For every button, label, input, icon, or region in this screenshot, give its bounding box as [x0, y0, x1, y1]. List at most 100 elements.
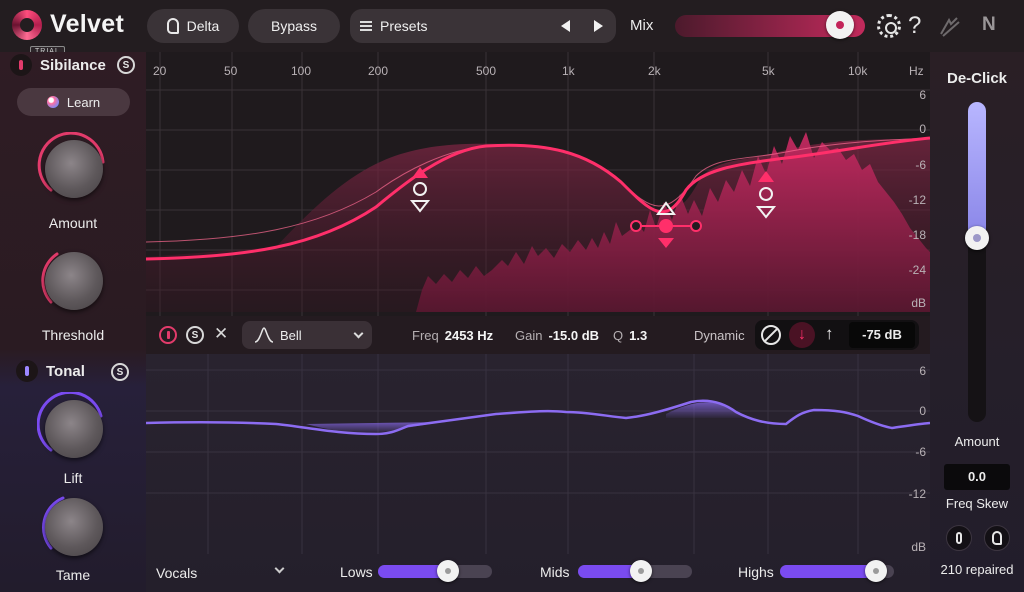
- db-label-m12: -12: [908, 193, 926, 207]
- previous-preset-arrow-icon[interactable]: [561, 20, 570, 32]
- db-label-0: 0: [919, 122, 926, 136]
- band-shape-label: Bell: [280, 327, 302, 343]
- sibilance-power-button[interactable]: [10, 54, 32, 76]
- tonal-db-label-unit: dB: [911, 540, 926, 554]
- sibilance-header: Sibilance: [10, 54, 106, 76]
- freq-label-500: 500: [476, 64, 497, 78]
- freq-readout[interactable]: Freq 2453 Hz: [412, 328, 493, 343]
- tame-knob[interactable]: [37, 490, 111, 564]
- band-power-button[interactable]: [159, 326, 177, 344]
- mix-slider-thumb[interactable]: [826, 11, 854, 39]
- db-label-unit: dB: [911, 296, 926, 310]
- q-readout[interactable]: Q 1.3: [613, 328, 647, 343]
- threshold-knob[interactable]: [37, 244, 111, 318]
- dynamic-label: Dynamic: [694, 328, 745, 343]
- logo-swirl-icon: [12, 10, 42, 40]
- declick-amount-label: Amount: [954, 434, 1000, 449]
- velvet-logo: Velvet TRIAL: [10, 6, 140, 57]
- chevron-down-icon: [353, 328, 364, 339]
- tonal-solo-button[interactable]: S: [111, 363, 129, 381]
- learn-button[interactable]: Learn: [17, 88, 130, 116]
- declick-power-button[interactable]: [946, 525, 972, 551]
- bypass-label: Bypass: [271, 18, 317, 34]
- learn-icon: [46, 96, 59, 108]
- ear-icon: [992, 531, 1002, 545]
- db-label-m6: -6: [915, 158, 926, 172]
- dynamic-threshold-value[interactable]: -75 dB: [849, 322, 915, 348]
- learn-label: Learn: [66, 94, 101, 110]
- highs-slider[interactable]: [780, 560, 894, 582]
- freq-label-hz: Hz: [909, 64, 924, 78]
- gain-readout[interactable]: Gain -15.0 dB: [515, 328, 599, 343]
- sibilance-eq-display[interactable]: 20 50 100 200 500 1k 2k 5k 10k Hz 6 0 -6…: [146, 52, 930, 352]
- mids-label: Mids: [540, 564, 570, 580]
- bell-shape-icon: [254, 327, 274, 343]
- presets-dropdown[interactable]: Presets: [350, 9, 616, 43]
- tonal-profile-dropdown[interactable]: Vocals: [156, 565, 197, 581]
- declick-amount-thumb[interactable]: [965, 226, 989, 250]
- band-solo-button[interactable]: S: [186, 326, 204, 344]
- db-label-m24: -24: [908, 263, 926, 277]
- band-shape-dropdown[interactable]: Bell: [242, 321, 372, 349]
- presets-label: Presets: [380, 18, 428, 34]
- freq-label-10k: 10k: [848, 64, 868, 78]
- sibilance-title: Sibilance: [40, 56, 106, 74]
- ear-icon: [166, 18, 179, 34]
- sibilance-solo-button[interactable]: S: [117, 56, 135, 74]
- tonal-title: Tonal: [46, 362, 85, 380]
- lows-slider-thumb[interactable]: [437, 560, 459, 582]
- dynamic-up-arrow-icon[interactable]: ↑: [825, 324, 834, 344]
- tonal-db-label-0: 0: [919, 404, 926, 418]
- power-icon: [956, 532, 962, 544]
- mix-label: Mix: [630, 17, 654, 34]
- dynamic-down-arrow-icon[interactable]: ↓: [789, 322, 815, 348]
- dynamic-off-icon[interactable]: [761, 325, 781, 345]
- native-instruments-logo-icon: N: [982, 14, 996, 35]
- freq-label-5k: 5k: [762, 64, 775, 78]
- app-name: Velvet: [50, 10, 125, 38]
- bypass-button[interactable]: Bypass: [248, 9, 340, 43]
- tonal-power-button[interactable]: [16, 360, 38, 382]
- eq-graph: [146, 52, 930, 352]
- freq-skew-label: Freq Skew: [945, 496, 1009, 511]
- declick-panel: De-Click Amount 0.0 Freq Skew 210 repair…: [930, 52, 1024, 592]
- mids-slider[interactable]: [578, 560, 692, 582]
- delete-band-icon[interactable]: ✕: [214, 324, 228, 344]
- repaired-count: 210 repaired: [940, 562, 1014, 577]
- freq-label-200: 200: [368, 64, 389, 78]
- lift-knob[interactable]: [36, 390, 111, 466]
- delta-label: Delta: [186, 18, 220, 34]
- list-icon: [360, 21, 372, 31]
- amount-knob[interactable]: [37, 131, 111, 206]
- declick-listen-button[interactable]: [984, 525, 1010, 551]
- delta-button[interactable]: Delta: [147, 9, 239, 43]
- lows-slider[interactable]: [378, 560, 492, 582]
- band-parameter-bar: S ✕ Bell Freq 2453 Hz Gain -15.0 dB Q 1.3 D…: [146, 316, 930, 354]
- izotope-logo-icon: [937, 14, 963, 40]
- freq-label-50: 50: [224, 64, 238, 78]
- amount-label: Amount: [48, 215, 98, 231]
- gear-icon[interactable]: [877, 14, 901, 38]
- db-label-m18: -18: [908, 228, 926, 242]
- chevron-down-icon[interactable]: [274, 563, 285, 574]
- power-icon: [166, 331, 170, 339]
- top-bar: Velvet TRIAL Delta Bypass Presets Mix ? …: [0, 0, 1024, 57]
- tame-label: Tame: [55, 567, 91, 583]
- tonal-db-label-6: 6: [919, 364, 926, 378]
- tonal-db-label-m6: -6: [915, 445, 926, 459]
- freq-label-100: 100: [291, 64, 312, 78]
- power-icon: [19, 60, 23, 70]
- help-icon[interactable]: ?: [908, 12, 921, 40]
- lift-label: Lift: [63, 470, 83, 486]
- highs-slider-thumb[interactable]: [865, 560, 887, 582]
- tonal-db-label-m12: -12: [908, 487, 926, 501]
- next-preset-arrow-icon[interactable]: [594, 20, 603, 32]
- tonal-header: Tonal: [16, 360, 85, 382]
- freq-skew-input[interactable]: 0.0: [944, 464, 1010, 490]
- declick-amount-slider[interactable]: [965, 102, 989, 422]
- freq-label-1k: 1k: [562, 64, 575, 78]
- mids-slider-thumb[interactable]: [630, 560, 652, 582]
- left-control-panel: Sibilance S Learn Amount Threshold Tonal…: [0, 52, 146, 592]
- freq-label-20: 20: [153, 64, 167, 78]
- highs-label: Highs: [738, 564, 774, 580]
